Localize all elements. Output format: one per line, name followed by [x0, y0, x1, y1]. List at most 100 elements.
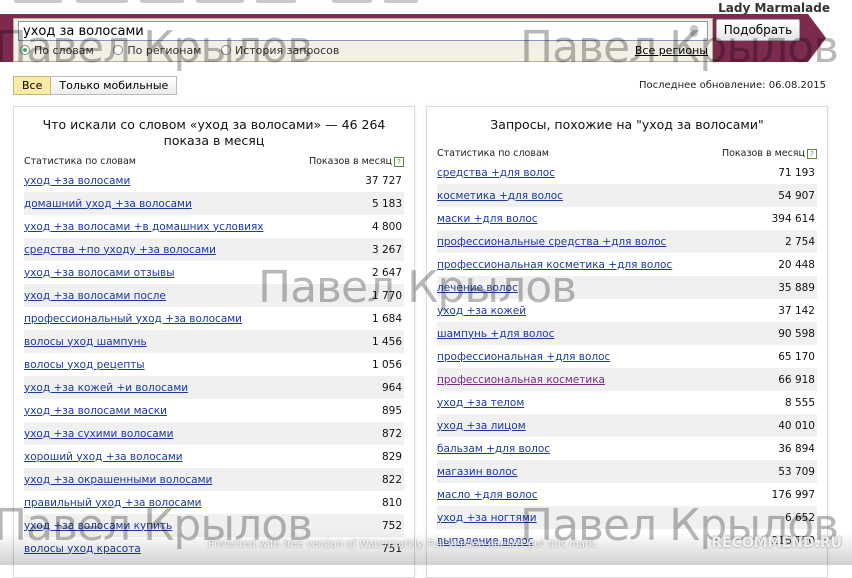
table-row: уход +за волосами купить 752 [24, 514, 404, 537]
impressions-count: 20 448 [778, 258, 815, 271]
col-words-label: Статистика по словам [437, 148, 549, 159]
help-icon[interactable]: ? [394, 157, 404, 167]
impressions-count: 872 [381, 427, 402, 440]
col-count-label: Показов в месяц [308, 156, 392, 167]
table-row: профессиональная косметика +для волос 20 … [437, 253, 817, 276]
impressions-count: 54 907 [778, 189, 815, 202]
col-count-header: Показов в месяц? [309, 155, 404, 169]
table-row: уход +за волосами отзывы 2 647 [24, 261, 404, 284]
phrase-link[interactable]: масло +для волос [437, 489, 538, 501]
mode-by-words[interactable]: По словам [20, 44, 94, 57]
table-row: профессиональная косметика 66 918 [437, 368, 817, 391]
impressions-count: 2 647 [371, 266, 402, 279]
search-panel: По словам По регионам История запросов В… [13, 18, 713, 62]
phrase-link[interactable]: профессиональный уход +за волосами [24, 313, 242, 325]
impressions-count: 829 [381, 450, 402, 463]
impressions-count: 6 652 [784, 511, 815, 524]
phrase-link[interactable]: уход +за кожей +и волосами [24, 382, 188, 394]
table-row: магазин волос 53 709 [437, 460, 817, 483]
phrase-link[interactable]: косметика +для волос [437, 190, 563, 202]
phrase-link[interactable]: хороший уход +за волосами [24, 451, 183, 463]
phrase-link[interactable]: средства +по уходу +за волосами [24, 244, 216, 256]
phrase-link[interactable]: магазин волос [437, 466, 517, 478]
mode-by-words-label: По словам [34, 44, 94, 57]
mode-by-regions[interactable]: По регионам [113, 44, 201, 57]
impressions-count: 1 456 [371, 335, 402, 348]
table-row: уход +за волосами после 1 770 [24, 284, 404, 307]
phrase-link[interactable]: уход +за сухими волосами [24, 428, 173, 440]
col-words-label: Статистика по словам [24, 156, 136, 167]
phrase-link[interactable]: шампунь +для волос [437, 328, 554, 340]
table-row: бальзам +для волос 36 894 [437, 437, 817, 460]
table-row: волосы уход шампунь 1 456 [24, 330, 404, 353]
phrase-link[interactable]: профессиональные средства +для волос [437, 236, 666, 248]
table-row: маски +для волос 394 614 [437, 207, 817, 230]
phrase-link[interactable]: лечение волос [437, 282, 518, 294]
impressions-count: 35 889 [778, 281, 815, 294]
impressions-count: 37 727 [365, 174, 402, 187]
phrase-link[interactable]: волосы уход шампунь [24, 336, 147, 348]
impressions-count: 36 894 [778, 442, 815, 455]
impressions-count: 40 010 [778, 419, 815, 432]
impressions-count: 810 [381, 496, 402, 509]
search-mode-group: По словам По регионам История запросов [20, 44, 355, 57]
table-row: правильный уход +за волосами 810 [24, 491, 404, 514]
mode-history[interactable]: История запросов [220, 44, 339, 57]
phrase-link[interactable]: уход +за лицом [437, 420, 526, 432]
all-regions-link[interactable]: Все регионы [635, 44, 708, 57]
phrase-link[interactable]: уход +за волосами отзывы [24, 267, 175, 279]
table-row: профессиональный уход +за волосами 1 684 [24, 307, 404, 330]
radio-icon [220, 45, 231, 55]
left-panel-title: Что искали со словом «уход за волосами» … [42, 117, 386, 148]
phrase-link[interactable]: профессиональная косметика +для волос [437, 259, 672, 271]
phrase-link[interactable]: правильный уход +за волосами [24, 497, 202, 509]
phrase-link[interactable]: бальзам +для волос [437, 443, 550, 455]
phrase-link[interactable]: уход +за волосами +в домашних условиях [24, 221, 264, 233]
phrase-link[interactable]: волосы уход красота [24, 543, 141, 555]
table-row: профессиональная +для волос 65 170 [437, 345, 817, 368]
impressions-count: 822 [381, 473, 402, 486]
recommend-logo: RECOMMEND.RU [711, 535, 842, 551]
table-row: лечение волос 35 889 [437, 276, 817, 299]
phrase-link[interactable]: средства +для волос [437, 167, 555, 179]
phrase-link[interactable]: уход +за волосами [24, 175, 130, 187]
search-input[interactable] [18, 21, 708, 41]
top-tabs-strip [0, 0, 430, 4]
phrase-link[interactable]: маски +для волос [437, 213, 538, 225]
phrase-link[interactable]: уход +за телом [437, 397, 524, 409]
phrase-link[interactable]: уход +за волосами после [24, 290, 166, 302]
microphone-icon[interactable] [690, 25, 698, 37]
impressions-count: 8 555 [784, 396, 815, 409]
impressions-count: 53 709 [778, 465, 815, 478]
radio-icon [113, 45, 124, 55]
impressions-count: 90 598 [778, 327, 815, 340]
phrase-link[interactable]: уход +за окрашенными волосами [24, 474, 212, 486]
submit-button[interactable]: Подобрать [716, 19, 800, 41]
right-column-header: Статистика по словам Показов в месяц? [437, 147, 817, 161]
left-panel: Что искали со словом «уход за волосами» … [13, 106, 415, 578]
help-icon[interactable]: ? [807, 149, 817, 159]
phrase-link[interactable]: уход +за кожей [437, 305, 526, 317]
table-row: уход +за окрашенными волосами 822 [24, 468, 404, 491]
impressions-count: 1 056 [371, 358, 402, 371]
phrase-link[interactable]: уход +за волосами маски [24, 405, 167, 417]
user-watermark: Lady Marmalade [718, 1, 830, 15]
impressions-count: 1 770 [371, 289, 402, 302]
right-panel-title: Запросы, похожие на "уход за волосами" [490, 117, 764, 132]
filter-all-button[interactable]: Все [13, 76, 52, 95]
filter-mobile-button[interactable]: Только мобильные [51, 76, 178, 95]
left-column-header: Статистика по словам Показов в месяц? [24, 155, 404, 169]
impressions-count: 394 614 [771, 212, 815, 225]
table-row: уход +за кожей +и волосами 964 [24, 376, 404, 399]
impressions-count: 964 [381, 381, 402, 394]
impressions-count: 752 [381, 519, 402, 532]
device-filter: Все Только мобильные [13, 76, 178, 95]
col-count-header: Показов в месяц? [722, 147, 817, 161]
phrase-link[interactable]: волосы уход рецепты [24, 359, 145, 371]
phrase-link[interactable]: домашний уход +за волосами [24, 198, 192, 210]
phrase-link[interactable]: уход +за волосами купить [24, 520, 172, 532]
phrase-link[interactable]: уход +за ногтями [437, 512, 537, 524]
phrase-link[interactable]: профессиональная +для волос [437, 351, 610, 363]
impressions-count: 3 267 [371, 243, 402, 256]
phrase-link[interactable]: профессиональная косметика [437, 374, 605, 386]
